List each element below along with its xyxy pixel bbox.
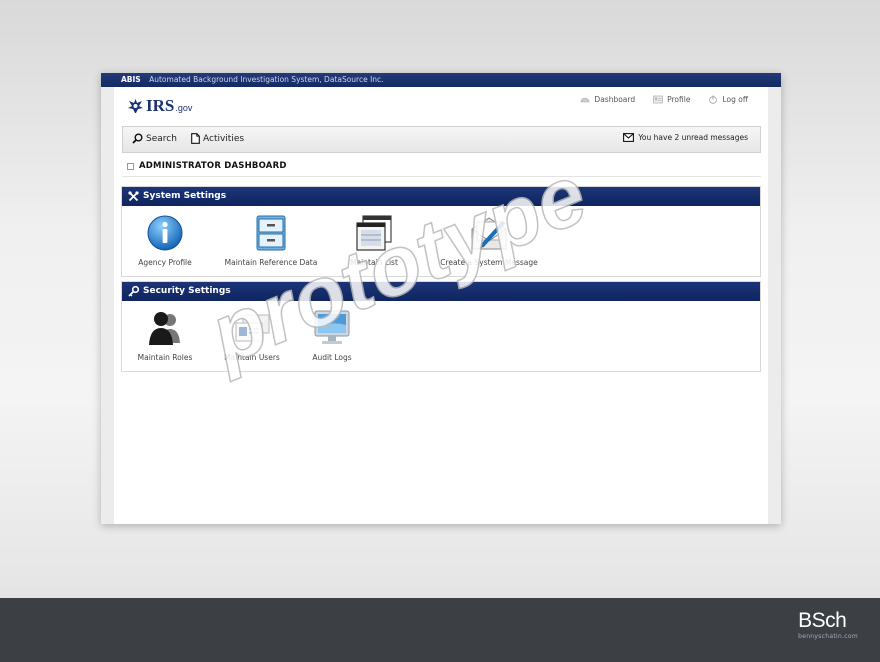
document-icon [191, 133, 200, 144]
envelope-icon [623, 133, 635, 142]
logo-suffix: .gov [175, 103, 193, 113]
tile-audit-logs-label: Audit Logs [312, 353, 352, 362]
tile-maintain-reference-data[interactable]: Maintain Reference Data [221, 212, 321, 267]
tile-maintain-roles-label: Maintain Roles [137, 353, 193, 362]
search-icon [132, 133, 143, 144]
unread-messages-text: You have 2 unread messages [638, 133, 748, 142]
nav-activities-label: Activities [203, 133, 245, 144]
security-settings-header: Security Settings [122, 282, 760, 301]
filing-cabinet-icon [256, 215, 286, 251]
tile-maintain-roles[interactable]: Maintain Roles [115, 307, 215, 362]
mail-pen-icon [471, 217, 507, 250]
users-icon [149, 312, 180, 345]
power-icon [709, 95, 718, 104]
tile-agency-profile-label: Agency Profile [138, 258, 192, 267]
tile-maintain-list-label: Maintain List [350, 258, 398, 267]
irs-logo[interactable]: IRS .gov [127, 97, 192, 114]
tile-maintain-list[interactable]: Maintain List [324, 212, 424, 267]
dashboard-icon [581, 97, 590, 103]
system-banner: ABIS Automated Background Investigation … [101, 73, 781, 87]
system-settings-header: System Settings [122, 187, 760, 206]
page-title-text: ADMINISTRATOR DASHBOARD [139, 161, 287, 171]
logo-text: IRS [146, 96, 175, 115]
tile-create-system-message[interactable]: Create a System Message [430, 212, 548, 267]
right-gutter [768, 87, 781, 524]
header: IRS .gov Dashboard Profile Log off [114, 87, 768, 127]
list-windows-icon [356, 215, 392, 251]
monitor-icon [314, 310, 350, 344]
security-settings-panel: Security Settings Maintain Roles Maintai… [121, 281, 761, 372]
key-icon [128, 286, 139, 297]
security-settings-title: Security Settings [143, 286, 231, 296]
nav-search-label: Search [146, 133, 177, 144]
system-name: Automated Background Investigation Syste… [149, 75, 384, 84]
title-divider [122, 176, 761, 177]
tile-maintain-reference-data-label: Maintain Reference Data [224, 258, 318, 267]
tools-icon [128, 191, 139, 202]
app-window: ABIS Automated Background Investigation … [101, 73, 781, 524]
nav-bar: Search Activities You have 2 unread mess… [122, 126, 761, 153]
left-gutter [101, 87, 114, 524]
tile-agency-profile[interactable]: Agency Profile [115, 212, 215, 267]
dashboard-link-label: Dashboard [594, 95, 636, 104]
checkbox-icon [127, 162, 134, 170]
system-settings-title: System Settings [143, 191, 227, 201]
id-cards-icon [235, 314, 270, 342]
footer-band [0, 598, 880, 662]
system-settings-panel: System Settings Agency Profile Maintain … [121, 186, 761, 277]
tile-audit-logs[interactable]: Audit Logs [282, 307, 382, 362]
unread-messages[interactable]: You have 2 unread messages [623, 133, 748, 142]
profile-link-label: Profile [667, 95, 691, 104]
info-icon [147, 215, 183, 251]
eagle-icon [128, 99, 143, 113]
dashboard-link[interactable]: Dashboard [580, 95, 635, 104]
top-links: Dashboard Profile Log off [580, 95, 748, 104]
profile-link[interactable]: Profile [653, 95, 690, 104]
logoff-link[interactable]: Log off [708, 95, 748, 104]
nav-search[interactable]: Search [132, 133, 177, 144]
nav-activities[interactable]: Activities [191, 133, 244, 144]
profile-card-icon [653, 95, 663, 104]
branding-logo: BSch bennyschatin.com [798, 609, 858, 641]
tile-create-system-message-label: Create a System Message [440, 258, 538, 267]
logoff-link-label: Log off [722, 95, 748, 104]
page-title: ADMINISTRATOR DASHBOARD [127, 161, 287, 171]
system-acronym: ABIS [121, 75, 141, 84]
